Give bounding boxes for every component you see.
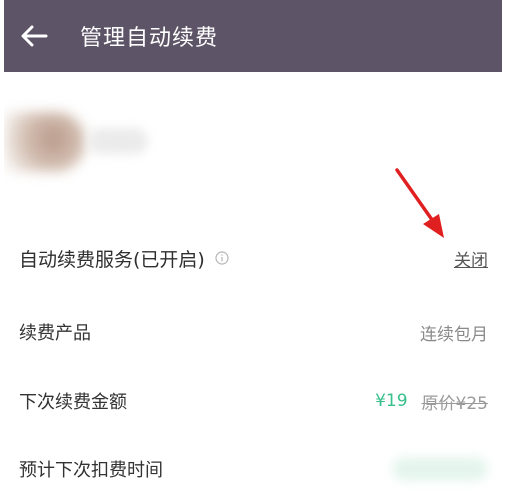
- info-icon[interactable]: [215, 251, 229, 265]
- back-button[interactable]: [6, 0, 62, 72]
- app-header: 管理自动续费: [4, 0, 502, 72]
- profile-card: [4, 72, 502, 214]
- price-group: ¥19 原价¥25: [375, 389, 488, 414]
- product-label: 续费产品: [19, 323, 91, 344]
- page-title: 管理自动续费: [80, 26, 219, 51]
- close-auto-renew-link[interactable]: 关闭: [454, 246, 488, 271]
- service-row: 自动续费服务(已开启) 关闭: [4, 232, 502, 284]
- next-charge-row: 预计下次扣费时间: [4, 447, 502, 491]
- arrow-left-icon: [21, 25, 48, 47]
- subscription-details: 自动续费服务(已开启) 关闭 续费产品 连续包月 下次续费金额 ¥19 原价¥2…: [4, 214, 502, 491]
- price-original: 原价¥25: [421, 393, 488, 414]
- screen: 管理自动续费 自动续费服务(已开启) 关闭 续费产品 连续包月 下次续费金额 ¥…: [4, 0, 502, 491]
- next-charge-time-blurred: [392, 457, 488, 481]
- service-label-group: 自动续费服务(已开启): [19, 245, 229, 272]
- product-value: 连续包月: [420, 324, 488, 345]
- nickname-blurred: [88, 128, 148, 154]
- amount-row: 下次续费金额 ¥19 原价¥25: [4, 375, 502, 427]
- avatar: [4, 112, 86, 172]
- next-charge-label: 预计下次扣费时间: [19, 460, 163, 481]
- service-label: 自动续费服务(已开启): [19, 248, 205, 271]
- price-current: ¥19: [375, 391, 408, 411]
- amount-label: 下次续费金额: [19, 392, 127, 413]
- product-row: 续费产品 连续包月: [4, 306, 502, 358]
